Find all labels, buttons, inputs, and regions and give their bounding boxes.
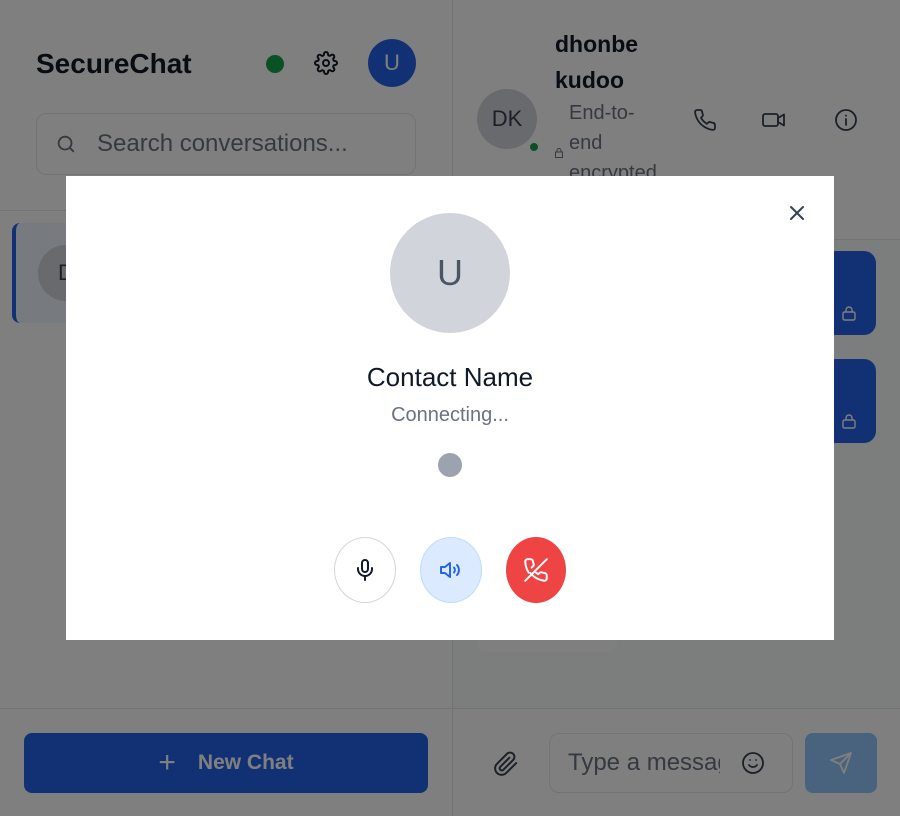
speaker-icon [440,562,460,578]
end-call-button[interactable] [506,537,566,603]
call-status: Connecting... [391,404,509,426]
call-dialog: U Contact Name Connecting... [66,176,834,640]
speaker-button[interactable] [420,537,482,603]
mute-button[interactable] [334,537,396,603]
microphone-icon [357,559,373,581]
close-button[interactable] [784,200,810,226]
call-contact-name: Contact Name [366,362,534,392]
connecting-indicator [438,453,462,477]
close-icon [790,206,804,220]
phone-off-icon [524,558,548,582]
call-avatar: U [390,213,510,333]
